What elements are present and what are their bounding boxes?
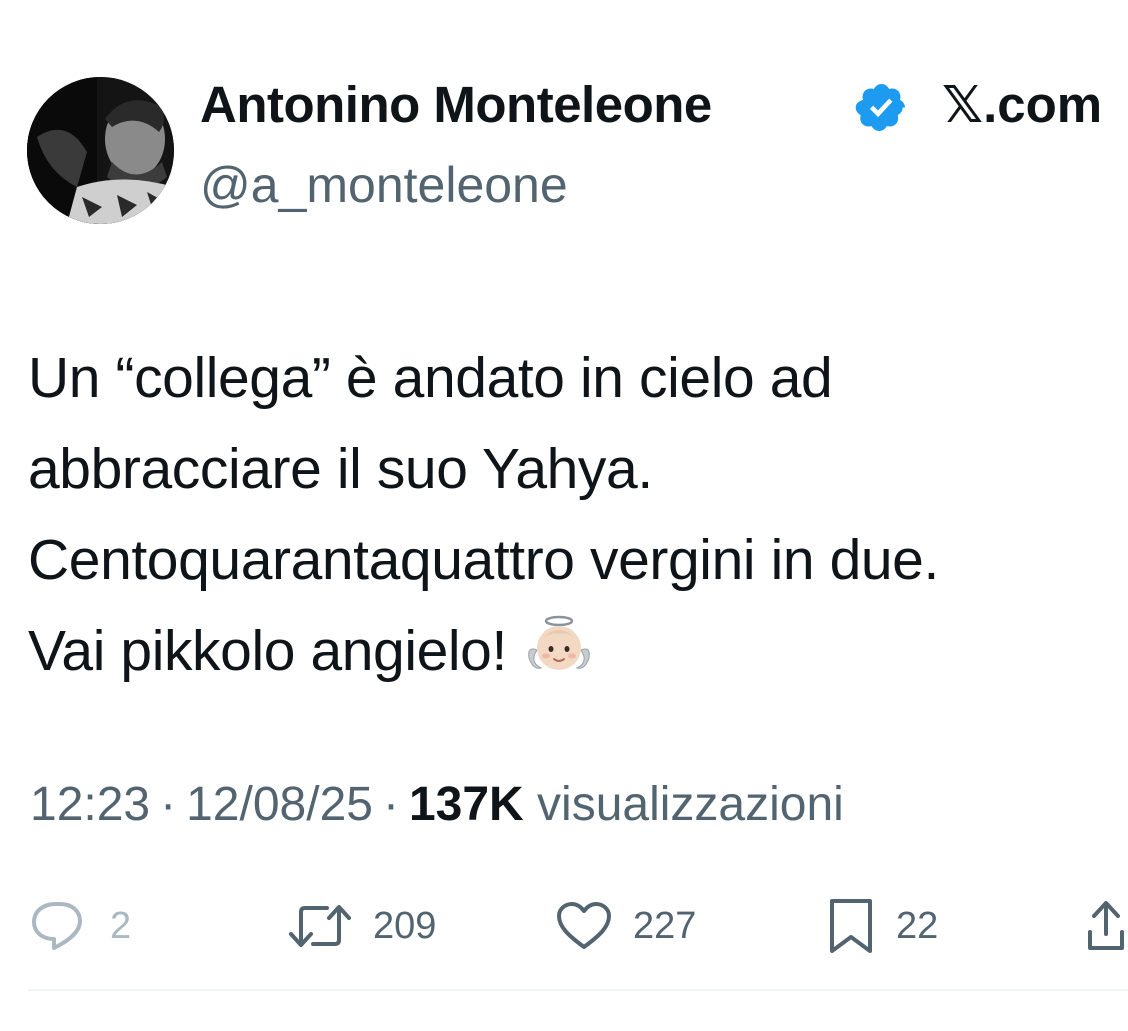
tweet-line: Centoquarantaquattro vergini in due. xyxy=(28,528,939,592)
tweet-line: Vai pikkolo angielo! xyxy=(28,619,507,683)
retweet-count: 209 xyxy=(373,904,437,947)
avatar-photo xyxy=(27,77,174,224)
tweet-line: Un “collega” è andato in cielo ad xyxy=(28,346,833,410)
like-button[interactable]: 227 xyxy=(555,896,696,956)
avatar[interactable] xyxy=(27,77,174,224)
reply-count: 2 xyxy=(110,904,132,947)
verified-badge-icon[interactable] xyxy=(854,80,909,135)
tweet-date[interactable]: 12/08/25 xyxy=(186,778,373,831)
tweet-text: Un “collega” è andato in cielo ad abbrac… xyxy=(28,333,1123,697)
bookmark-button[interactable]: 22 xyxy=(826,896,938,956)
x-com-label: 𝕏.com xyxy=(942,76,1103,133)
baby-angel-emoji-icon xyxy=(528,615,590,670)
separator-dot: · xyxy=(160,778,177,831)
display-name[interactable]: Antonino Monteleone xyxy=(200,75,712,135)
views-label: visualizzazioni xyxy=(537,778,844,831)
bookmark-count: 22 xyxy=(896,904,939,947)
reply-button[interactable]: 2 xyxy=(30,896,131,956)
heart-icon xyxy=(557,902,611,949)
tweet-time[interactable]: 12:23 xyxy=(30,778,150,831)
tweet-line-last: Vai pikkolo angielo! xyxy=(28,606,1123,697)
separator-dot: · xyxy=(382,778,399,831)
like-count: 227 xyxy=(633,904,697,947)
tweet-line: abbracciare il suo Yahya. xyxy=(28,437,653,501)
share-icon xyxy=(1088,901,1124,950)
divider xyxy=(28,989,1128,991)
retweet-icon xyxy=(289,905,351,947)
views-count[interactable]: 137K xyxy=(409,778,524,831)
reply-icon xyxy=(32,902,82,950)
tweet-meta: 12:23 · 12/08/25 · 137K visualizzazioni xyxy=(30,775,844,835)
retweet-button[interactable]: 209 xyxy=(287,896,436,956)
username-handle[interactable]: @a_monteleone xyxy=(200,155,568,215)
bookmark-icon xyxy=(830,899,872,953)
share-button[interactable] xyxy=(1086,896,1126,956)
